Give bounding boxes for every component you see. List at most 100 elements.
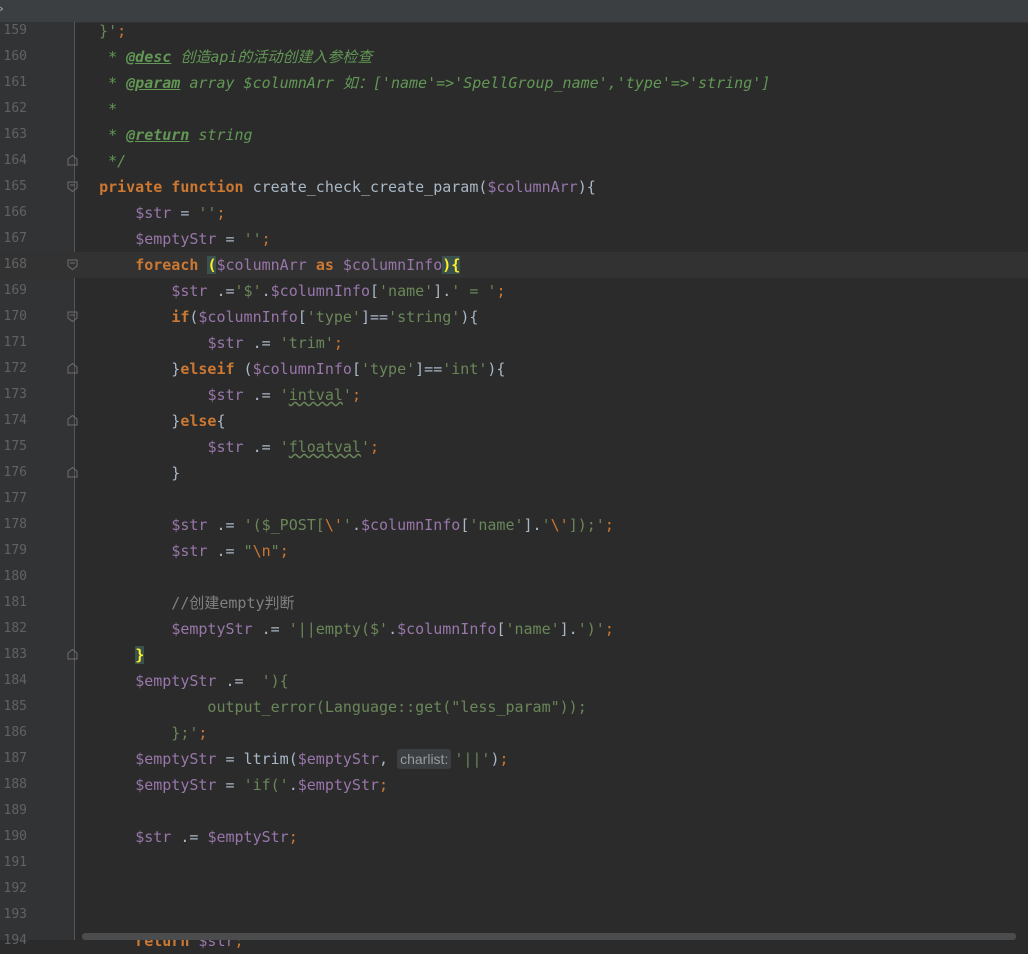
- line-number: 159: [3, 23, 27, 38]
- line-number: 191: [3, 855, 27, 870]
- line-number: 180: [3, 569, 27, 584]
- code-text: foreach ($columnArr as $columnInfo){: [135, 256, 461, 274]
- fold-start-icon[interactable]: [67, 311, 78, 322]
- code-line[interactable]: 186 };';: [0, 720, 1028, 746]
- code-text: $str .='$'.$columnInfo['name'].' = ';: [171, 282, 506, 300]
- code-text: *: [81, 100, 118, 118]
- code-line[interactable]: 171 $str .= 'trim';: [0, 330, 1028, 356]
- code-editor[interactable]: 159 }'; 160 * @desc 创造api的活动创建入参检查 161 *…: [0, 18, 1028, 954]
- line-number: 165: [3, 179, 27, 194]
- fold-end-icon[interactable]: [67, 649, 78, 660]
- code-text: $str .= "\n";: [171, 542, 289, 560]
- line-number: 163: [3, 127, 27, 142]
- horizontal-scrollbar[interactable]: [82, 933, 1016, 940]
- code-text: };';: [81, 724, 208, 742]
- code-text: */: [81, 152, 127, 170]
- code-text: $str .= $emptyStr;: [135, 828, 298, 846]
- code-line[interactable]: 163 * @return string: [0, 122, 1028, 148]
- code-text: }elseif ($columnInfo['type']=='int'){: [81, 360, 506, 378]
- breadcrumb-chevron-icon[interactable]: ›: [0, 2, 10, 16]
- code-line[interactable]: 188 $emptyStr = 'if('.$emptyStr;: [0, 772, 1028, 798]
- line-number: 160: [3, 49, 27, 64]
- code-line[interactable]: 184 $emptyStr .= '){: [0, 668, 1028, 694]
- line-number: 168: [3, 257, 27, 272]
- line-number: 175: [3, 439, 27, 454]
- code-line[interactable]: 167 $emptyStr = '';: [0, 226, 1028, 252]
- line-number: 186: [3, 725, 27, 740]
- code-text: private function create_check_create_par…: [99, 178, 596, 196]
- code-text: }: [81, 464, 181, 482]
- code-line[interactable]: 183 }: [0, 642, 1028, 668]
- code-line[interactable]: 165 private function create_check_create…: [0, 174, 1028, 200]
- code-line[interactable]: 160 * @desc 创造api的活动创建入参检查: [0, 44, 1028, 70]
- line-number: 170: [3, 309, 27, 324]
- line-number: 177: [3, 491, 27, 506]
- line-number: 179: [3, 543, 27, 558]
- code-line-current[interactable]: 168 foreach ($columnArr as $columnInfo){: [0, 252, 1028, 278]
- line-number: 184: [3, 673, 27, 688]
- line-number: 188: [3, 777, 27, 792]
- fold-end-icon[interactable]: [67, 363, 78, 374]
- code-line[interactable]: 164 */: [0, 148, 1028, 174]
- code-text: * @return string: [81, 126, 253, 144]
- fold-end-icon[interactable]: [67, 467, 78, 478]
- code-line[interactable]: 181 //创建empty判断: [0, 590, 1028, 616]
- line-number: 161: [3, 75, 27, 90]
- fold-end-icon[interactable]: [67, 155, 78, 166]
- code-line[interactable]: 161 * @param array $columnArr 如：['name'=…: [0, 70, 1028, 96]
- line-number: 167: [3, 231, 27, 246]
- code-line[interactable]: 166 $str = '';: [0, 200, 1028, 226]
- code-line[interactable]: 175 $str .= 'floatval';: [0, 434, 1028, 460]
- code-line[interactable]: 194 return $str;: [0, 928, 1028, 954]
- code-line[interactable]: 178 $str .= '($_POST[\''.$columnInfo['na…: [0, 512, 1028, 538]
- code-text: }else{: [81, 412, 226, 430]
- code-line[interactable]: 172 }elseif ($columnInfo['type']=='int')…: [0, 356, 1028, 382]
- code-text: output_error(Language::get("less_param")…: [81, 698, 587, 716]
- fold-start-icon[interactable]: [67, 181, 78, 192]
- line-number: 189: [3, 803, 27, 818]
- code-text: * @desc 创造api的活动创建入参检查: [81, 48, 373, 66]
- code-line[interactable]: 179 $str .= "\n";: [0, 538, 1028, 564]
- code-text: return $str;: [135, 932, 244, 950]
- code-line[interactable]: 169 $str .='$'.$columnInfo['name'].' = '…: [0, 278, 1028, 304]
- code-text: if($columnInfo['type']=='string'){: [171, 308, 479, 326]
- line-number: 162: [3, 101, 27, 116]
- code-text: $emptyStr = '';: [135, 230, 271, 248]
- code-line[interactable]: 190 $str .= $emptyStr;: [0, 824, 1028, 850]
- fold-start-icon[interactable]: [67, 259, 78, 270]
- code-line[interactable]: 176 }: [0, 460, 1028, 486]
- code-line[interactable]: 174 }else{: [0, 408, 1028, 434]
- code-text: $str .= 'floatval';: [207, 438, 380, 456]
- code-line[interactable]: 192: [0, 876, 1028, 902]
- line-number: 190: [3, 829, 27, 844]
- line-number: 166: [3, 205, 27, 220]
- code-text: $str = '';: [135, 204, 226, 222]
- line-number: 192: [3, 881, 27, 896]
- line-number: 182: [3, 621, 27, 636]
- code-line[interactable]: 193: [0, 902, 1028, 928]
- code-text: $emptyStr = 'if('.$emptyStr;: [135, 776, 389, 794]
- code-text: $str .= 'intval';: [207, 386, 361, 404]
- line-number: 185: [3, 699, 27, 714]
- code-line[interactable]: 170 if($columnInfo['type']=='string'){: [0, 304, 1028, 330]
- code-line[interactable]: 162 *: [0, 96, 1028, 122]
- code-line[interactable]: 189: [0, 798, 1028, 824]
- code-line[interactable]: 182 $emptyStr .= '||empty($'.$columnInfo…: [0, 616, 1028, 642]
- code-text: $str .= '($_POST[\''.$columnInfo['name']…: [171, 516, 614, 534]
- code-line[interactable]: 187 $emptyStr = ltrim($emptyStr, charlis…: [0, 746, 1028, 772]
- parameter-hint: charlist:: [397, 749, 452, 769]
- line-number: 169: [3, 283, 27, 298]
- code-line[interactable]: 159 }';: [0, 18, 1028, 44]
- code-text: $emptyStr .= '||empty($'.$columnInfo['na…: [171, 620, 614, 638]
- code-line[interactable]: 191: [0, 850, 1028, 876]
- line-number: 181: [3, 595, 27, 610]
- code-line[interactable]: 185 output_error(Language::get("less_par…: [0, 694, 1028, 720]
- code-line[interactable]: 177: [0, 486, 1028, 512]
- fold-end-icon[interactable]: [67, 415, 78, 426]
- line-number: 183: [3, 647, 27, 662]
- code-text: $emptyStr .= '){: [135, 672, 289, 690]
- line-number: 178: [3, 517, 27, 532]
- code-line[interactable]: 173 $str .= 'intval';: [0, 382, 1028, 408]
- code-line[interactable]: 180: [0, 564, 1028, 590]
- line-number: 173: [3, 387, 27, 402]
